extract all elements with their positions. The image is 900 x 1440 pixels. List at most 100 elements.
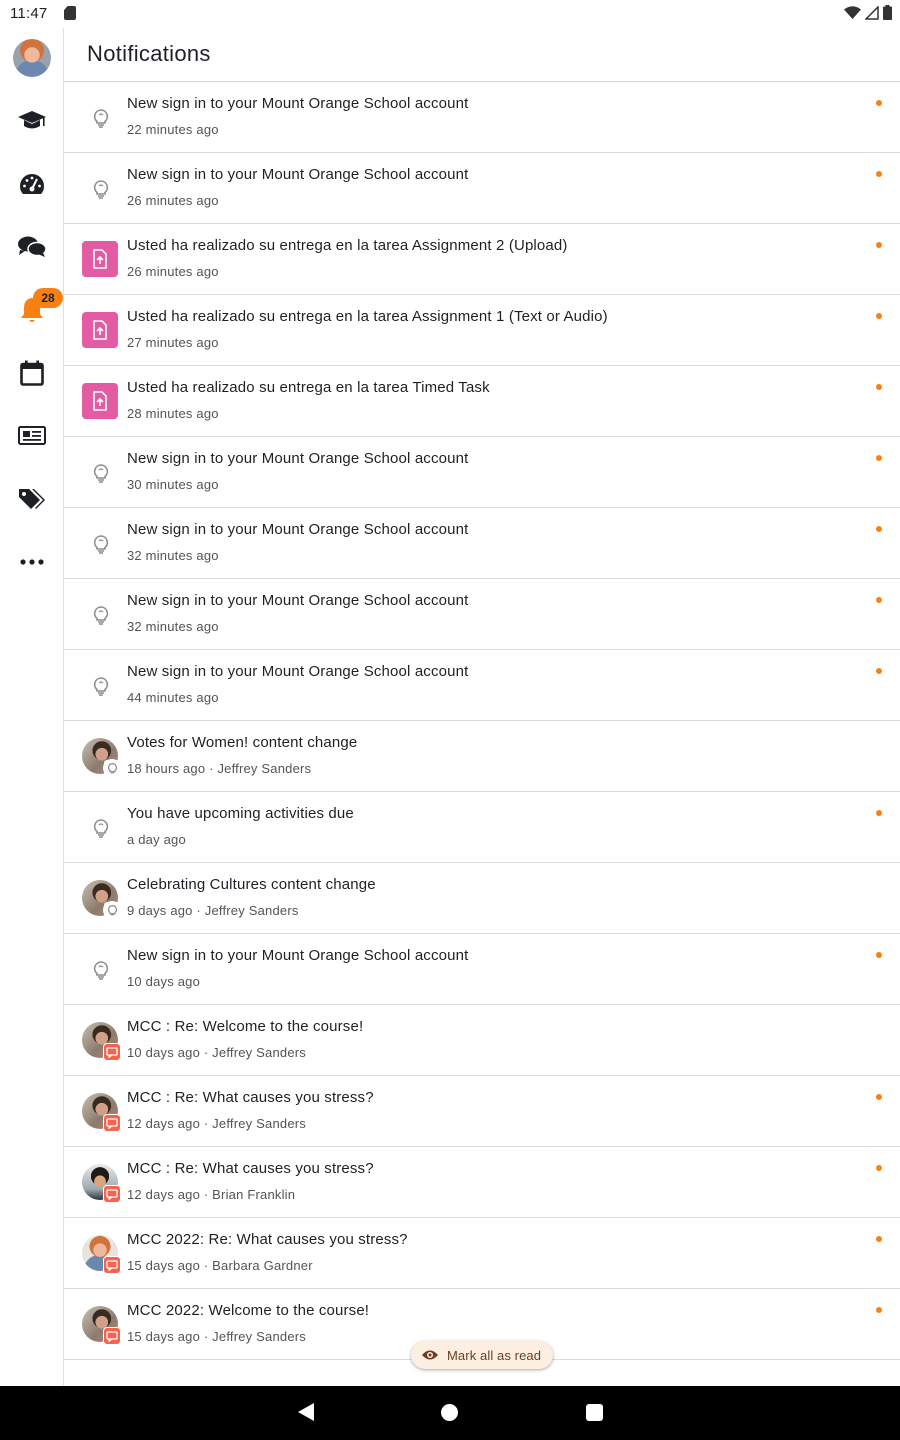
notification-item[interactable]: New sign in to your Mount Orange School … <box>64 650 900 721</box>
sidebar-item-news[interactable] <box>0 412 64 460</box>
notification-item[interactable]: Usted ha realizado su entrega en la tare… <box>64 295 900 366</box>
notification-title: Celebrating Cultures content change <box>127 876 376 893</box>
unread-dot <box>876 668 882 674</box>
mark-all-read-label: Mark all as read <box>447 1347 542 1363</box>
graduation-cap-icon <box>18 111 46 129</box>
newspaper-icon <box>18 426 46 445</box>
assignment-upload-icon <box>82 383 118 419</box>
sidebar: 28 <box>0 28 64 1386</box>
notification-title: New sign in to your Mount Orange School … <box>127 521 469 538</box>
avatar <box>82 880 121 919</box>
notification-meta: 15 days ago · Jeffrey Sanders <box>127 1329 306 1344</box>
notification-meta: 32 minutes ago <box>127 548 219 563</box>
recent-apps-icon[interactable] <box>586 1404 603 1421</box>
notification-list[interactable]: New sign in to your Mount Orange School … <box>64 82 900 1386</box>
lightbulb-icon <box>82 99 118 135</box>
notification-title: Usted ha realizado su entrega en la tare… <box>127 308 608 325</box>
lightbulb-icon <box>82 454 118 490</box>
assignment-icon <box>82 241 118 277</box>
sidebar-item-calendar[interactable] <box>0 349 64 397</box>
notification-item[interactable]: Celebrating Cultures content change 9 day… <box>64 863 900 934</box>
avatar <box>82 1093 121 1132</box>
unread-dot <box>876 455 882 461</box>
notification-item[interactable]: New sign in to your Mount Orange School … <box>64 934 900 1005</box>
unread-dot <box>876 1165 882 1171</box>
notification-item[interactable]: Votes for Women! content change 18 hours … <box>64 721 900 792</box>
assignment-icon <box>82 312 118 348</box>
eye-icon <box>422 1350 438 1360</box>
notification-meta: 18 hours ago · Jeffrey Sanders <box>127 761 312 776</box>
lightbulb-icon <box>92 179 110 204</box>
lightbulb-icon <box>82 525 118 561</box>
lightbulb-icon <box>92 676 110 701</box>
sidebar-item-messages[interactable] <box>0 223 64 271</box>
notification-item[interactable]: New sign in to your Mount Orange School … <box>64 579 900 650</box>
notification-title: You have upcoming activities due <box>127 805 354 822</box>
sidebar-item-courses[interactable] <box>0 97 64 145</box>
unread-dot <box>876 171 882 177</box>
dashboard-gauge-icon <box>20 174 44 194</box>
forum-icon <box>103 1256 121 1274</box>
lightbulb-icon <box>103 901 121 919</box>
back-icon[interactable] <box>297 1402 315 1422</box>
notification-title: New sign in to your Mount Orange School … <box>127 166 469 183</box>
chat-bubbles-icon <box>18 236 47 257</box>
notification-title: New sign in to your Mount Orange School … <box>127 663 469 680</box>
notification-item[interactable]: Usted ha realizado su entrega en la tare… <box>64 224 900 295</box>
notification-meta: 26 minutes ago <box>127 193 219 208</box>
battery-icon <box>883 5 892 20</box>
avatar <box>82 1235 121 1274</box>
notification-title: New sign in to your Mount Orange School … <box>127 592 469 609</box>
lightbulb-icon <box>92 463 110 488</box>
unread-dot <box>876 952 882 958</box>
lightbulb-icon <box>82 667 118 703</box>
notification-item[interactable]: MCC 2022: Re: What causes you stress? 15 … <box>64 1218 900 1289</box>
lightbulb-icon <box>82 170 118 206</box>
unread-dot <box>876 384 882 390</box>
sidebar-item-dashboard[interactable] <box>0 160 64 208</box>
home-icon[interactable] <box>441 1404 458 1421</box>
unread-dot <box>876 1236 882 1242</box>
notification-meta: 12 days ago · Jeffrey Sanders <box>127 1116 306 1131</box>
wifi-icon <box>844 5 861 19</box>
assignment-upload-icon <box>82 312 118 348</box>
notification-item[interactable]: MCC : Re: Welcome to the course! 10 days … <box>64 1005 900 1076</box>
unread-dot <box>876 1307 882 1313</box>
notification-meta: 10 days ago · Jeffrey Sanders <box>127 1045 306 1060</box>
avatar <box>82 738 121 777</box>
notification-item[interactable]: New sign in to your Mount Orange School … <box>64 82 900 153</box>
sidebar-item-profile[interactable] <box>0 34 64 82</box>
sidebar-item-more[interactable] <box>0 538 64 586</box>
system-nav-bar <box>0 1386 900 1440</box>
notification-title: MCC : Re: What causes you stress? <box>127 1160 374 1177</box>
forum-icon <box>103 1114 121 1132</box>
avatar <box>82 1164 121 1203</box>
notification-item[interactable]: MCC : Re: What causes you stress? 12 days… <box>64 1147 900 1218</box>
status-time: 11:47 <box>10 5 48 22</box>
lightbulb-icon <box>92 818 110 843</box>
notification-title: Usted ha realizado su entrega en la tare… <box>127 237 568 254</box>
notification-title: MCC : Re: What causes you stress? <box>127 1089 374 1106</box>
signal-icon <box>865 5 879 20</box>
notification-meta: 44 minutes ago <box>127 690 219 705</box>
lightbulb-icon <box>82 596 118 632</box>
avatar <box>82 1022 121 1061</box>
notification-item[interactable]: New sign in to your Mount Orange School … <box>64 508 900 579</box>
unread-dot <box>876 313 882 319</box>
notification-meta: 28 minutes ago <box>127 406 219 421</box>
sidebar-item-tags[interactable] <box>0 475 64 523</box>
notification-item[interactable]: Usted ha realizado su entrega en la tare… <box>64 366 900 437</box>
assignment-icon <box>82 383 118 419</box>
notification-item[interactable]: New sign in to your Mount Orange School … <box>64 437 900 508</box>
unread-dot <box>876 1094 882 1100</box>
lightbulb-icon <box>103 759 121 777</box>
notification-item[interactable]: MCC : Re: What causes you stress? 12 days… <box>64 1076 900 1147</box>
lightbulb-icon <box>92 108 110 133</box>
notification-title: Usted ha realizado su entrega en la tare… <box>127 379 490 396</box>
forum-icon <box>103 1043 121 1061</box>
notification-item[interactable]: You have upcoming activities due a day ag… <box>64 792 900 863</box>
forum-icon <box>103 1185 121 1203</box>
mark-all-read-button[interactable]: Mark all as read <box>411 1341 553 1369</box>
notification-title: New sign in to your Mount Orange School … <box>127 450 469 467</box>
notification-item[interactable]: New sign in to your Mount Orange School … <box>64 153 900 224</box>
